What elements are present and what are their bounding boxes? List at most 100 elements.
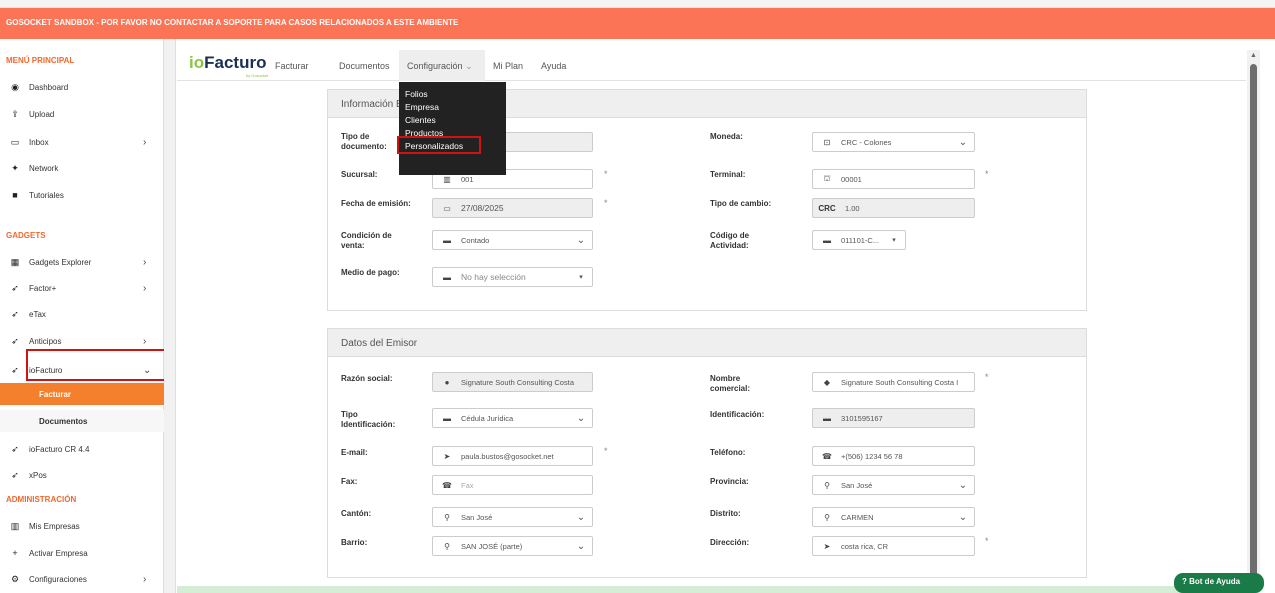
chevron-down-icon: ⌄ [576, 511, 586, 523]
provincia-select[interactable]: ⚲ San José ⌄ [812, 475, 975, 495]
sidebar-item-configuraciones[interactable]: ⚙ Configuraciones › [0, 568, 164, 590]
phone-icon: ☎ [822, 451, 832, 461]
field-value: Contado [461, 235, 490, 245]
canton-select[interactable]: ⚲ San José ⌄ [432, 507, 593, 527]
nav-documentos[interactable]: Documentos [339, 61, 390, 71]
sidebar-item-label: Configuraciones [29, 574, 87, 584]
barrio-select[interactable]: ⚲ SAN JOSÉ (parte) ⌄ [432, 536, 593, 556]
sidebar-item-gadgets-explorer[interactable]: ▦ Gadgets Explorer › [0, 251, 164, 273]
field-placeholder: Fax [461, 480, 474, 490]
sandbox-banner: GOSOCKET SANDBOX - POR FAVOR NO CONTACTA… [0, 8, 1275, 39]
medio-pago-select[interactable]: ▬ No hay selección ▾ [432, 267, 593, 287]
card-icon: ▬ [443, 413, 451, 423]
tipo-cambio-label: Tipo de cambio: [710, 199, 772, 208]
nombre-comercial-input[interactable]: ◆ Signature South Consulting Costa I [812, 372, 975, 392]
nav-mi-plan[interactable]: Mi Plan [493, 61, 523, 71]
telefono-input[interactable]: ☎ +(506) 1234 56 78 [812, 446, 975, 466]
admin-title: ADMINISTRACIÓN [6, 495, 77, 504]
sidebar-item-label: Upload [29, 109, 55, 119]
sidebar-item-tutoriales[interactable]: ■ Tutoriales [0, 184, 164, 206]
iofacturo-highlight-box [26, 349, 170, 381]
sidebar-item-label: Anticipos [29, 336, 62, 346]
direccion-label: Dirección: [710, 538, 750, 547]
bottom-status-bar [177, 586, 1247, 593]
rocket-icon: ➶ [11, 443, 19, 454]
fecha-emision-input[interactable]: ▭ 27/08/2025 [432, 198, 593, 218]
logo-prefix: io [189, 53, 205, 72]
logo-word: Facturo [204, 53, 267, 72]
card-icon: ▬ [443, 272, 451, 282]
distrito-select[interactable]: ⚲ CARMEN ⌄ [812, 507, 975, 527]
chevron-down-icon: ⌄ [576, 234, 586, 246]
sidebar-item-inbox[interactable]: ▭ Inbox › [0, 131, 164, 153]
dropdown-item-folios[interactable]: Folios [399, 88, 506, 101]
sidebar-item-xpos[interactable]: ➶ xPos [0, 464, 164, 486]
sidebar-item-etax[interactable]: ➶ eTax [0, 303, 164, 325]
scroll-up-arrow-icon[interactable]: ▲ [1250, 52, 1257, 59]
fax-label: Fax: [341, 477, 358, 486]
dropdown-item-empresa[interactable]: Empresa [399, 101, 506, 114]
chevron-down-icon: ⌄ [576, 540, 586, 552]
identificacion-input[interactable]: ▬ 3101595167 [812, 408, 975, 428]
sidebar-subitem-documentos[interactable]: Documentos [0, 410, 164, 432]
nav-ayuda[interactable]: Ayuda [541, 61, 566, 71]
caret-down-icon: ▾ [892, 237, 896, 244]
sidebar-item-network[interactable]: ✦ Network [0, 157, 164, 179]
nombre-comercial-label: Nombre comercial: [710, 374, 751, 393]
sidebar-item-upload[interactable]: ⇪ Upload [0, 103, 164, 125]
sidebar-item-iofacturo-cr[interactable]: ➶ ioFacturo CR 4.4 [0, 438, 164, 460]
fax-input[interactable]: ☎ Fax [432, 475, 593, 495]
field-value: 011101-C... [841, 235, 880, 245]
help-bot-button[interactable]: ? Bot de Ayuda [1174, 573, 1264, 593]
sidebar-item-activar-empresa[interactable]: + Activar Empresa [0, 542, 164, 564]
telefono-label: Teléfono: [710, 448, 746, 457]
field-value: Signature South Consulting Costa [461, 377, 574, 387]
barrio-label: Barrio: [341, 538, 368, 547]
gears-icon: ⚙ [10, 573, 20, 584]
top-navbar: ioFacturo by Gosocket Facturar Documento… [177, 50, 1246, 81]
rocket-icon: ➶ [11, 364, 19, 375]
panel-resize-handle[interactable] [164, 39, 176, 593]
field-value: 00001 [841, 174, 862, 184]
page-scrollbar[interactable]: ▲ [1247, 50, 1260, 593]
sidebar-subitem-facturar[interactable]: Facturar [0, 383, 164, 405]
nav-facturar[interactable]: Facturar [275, 61, 309, 71]
field-value: paula.bustos@gosocket.net [461, 451, 554, 461]
map-marker-icon: ⚲ [824, 480, 830, 490]
nav-configuracion[interactable]: Configuración ⌄ [407, 61, 473, 72]
field-value: 1.00 [845, 203, 860, 213]
iofacturo-logo[interactable]: ioFacturo [189, 53, 266, 73]
field-value: Cédula Jurídica [461, 413, 514, 423]
gadgets-title: GADGETS [6, 231, 46, 240]
rocket-icon: ➶ [11, 469, 19, 480]
moneda-select[interactable]: ⊡ CRC - Colones ⌄ [812, 132, 975, 152]
sidebar-item-mis-empresas[interactable]: ▥ Mis Empresas [0, 515, 164, 537]
terminal-label: Terminal: [710, 170, 746, 179]
scrollbar-thumb[interactable] [1250, 64, 1257, 589]
email-input[interactable]: ➤ paula.bustos@gosocket.net [432, 446, 593, 466]
direccion-input[interactable]: ➤ costa rica, CR [812, 536, 975, 556]
field-value: CRC - Colones [841, 137, 892, 147]
required-mark: * [604, 198, 608, 208]
codigo-actividad-select[interactable]: ▬ 011101-C... ▾ [812, 230, 906, 250]
condicion-venta-select[interactable]: ▬ Contado ⌄ [432, 230, 593, 250]
required-mark: * [985, 372, 989, 382]
sidebar-item-label: Activar Empresa [29, 548, 88, 558]
sidebar-item-factor[interactable]: ➶ Factor+ › [0, 277, 164, 299]
building-icon: ▥ [443, 174, 451, 184]
phone-icon: ☎ [442, 480, 452, 490]
panel-title: Datos del Emisor [328, 329, 1086, 357]
video-icon: ■ [12, 190, 18, 200]
razon-social-input[interactable]: ● Signature South Consulting Costa [432, 372, 593, 392]
canton-label: Cantón: [341, 509, 372, 518]
sidebar-item-dashboard[interactable]: ◉ Dashboard [0, 76, 164, 98]
field-value: 27/08/2025 [461, 203, 504, 213]
dropdown-item-clientes[interactable]: Clientes [399, 114, 506, 127]
sidebar-item-label: Gadgets Explorer [29, 257, 92, 267]
condicion-venta-label: Condición de venta: [341, 231, 392, 250]
tipo-identificacion-select[interactable]: ▬ Cédula Jurídica ⌄ [432, 408, 593, 428]
tipo-cambio-input[interactable]: CRC 1.00 [812, 198, 975, 218]
map-marker-icon: ⚲ [444, 512, 450, 522]
tag-icon: ◆ [823, 377, 831, 387]
terminal-input[interactable]: ⛫ 00001 [812, 169, 975, 189]
